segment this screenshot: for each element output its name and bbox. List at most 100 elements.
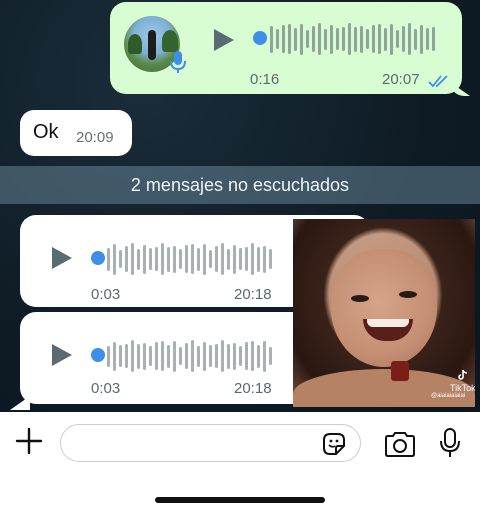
- waveform-bar: [149, 248, 152, 270]
- waveform-bar: [257, 246, 260, 272]
- waveform-bar: [221, 243, 224, 275]
- waveform-bar: [185, 343, 188, 369]
- waveform-bar: [402, 26, 405, 52]
- message-input[interactable]: [60, 424, 361, 462]
- waveform-bar: [239, 346, 242, 366]
- waveform-bar: [203, 341, 206, 371]
- waveform-bar: [282, 25, 285, 53]
- microphone-icon[interactable]: [438, 427, 462, 459]
- waveform-bar: [366, 29, 369, 49]
- waveform-bar: [215, 344, 218, 368]
- waveform-bar: [137, 343, 140, 369]
- waveform-bar: [233, 244, 236, 274]
- play-icon[interactable]: [50, 245, 74, 271]
- waveform-bar: [119, 250, 122, 268]
- message-input-field[interactable]: [75, 433, 315, 455]
- voice-duration: 0:16: [250, 71, 280, 88]
- waveform-bar: [167, 246, 170, 272]
- waveform-bar: [227, 248, 230, 270]
- waveform[interactable]: [107, 339, 272, 373]
- tiktok-logo-icon: [458, 369, 467, 380]
- waveform-bar: [215, 246, 218, 272]
- waveform-bar: [318, 23, 321, 55]
- photo-teeth: [367, 319, 409, 327]
- waveform-bar: [125, 246, 128, 272]
- waveform-bar: [245, 247, 248, 271]
- plus-icon[interactable]: [14, 426, 44, 456]
- message-time: 20:18: [234, 380, 272, 397]
- playback-position-dot[interactable]: [253, 31, 267, 45]
- waveform-bar: [227, 343, 230, 369]
- waveform-bar: [300, 23, 303, 55]
- waveform-bar: [107, 345, 110, 367]
- playback-position-dot[interactable]: [91, 348, 105, 362]
- waveform-bar: [372, 25, 375, 53]
- waveform-bar: [324, 28, 327, 50]
- waveform-bar: [119, 345, 122, 367]
- unread-banner-text: 2 mensajes no escuchados: [130, 174, 350, 195]
- waveform-bar: [143, 342, 146, 370]
- waveform-bar: [209, 345, 212, 367]
- waveform-bar: [251, 243, 254, 275]
- waveform-bar: [173, 340, 176, 372]
- waveform-bar: [330, 24, 333, 54]
- waveform-bar: [306, 30, 309, 48]
- waveform-bar: [414, 28, 417, 50]
- photo-pendant: [391, 361, 409, 381]
- waveform-bar: [131, 340, 134, 372]
- waveform-bar: [179, 347, 182, 365]
- waveform-bar: [396, 30, 399, 48]
- message-time: 20:18: [234, 286, 272, 303]
- waveform-bar: [179, 249, 182, 269]
- waveform-bar: [270, 25, 273, 53]
- playback-position-dot[interactable]: [91, 251, 105, 265]
- waveform-bar: [125, 344, 128, 368]
- waveform-bar: [167, 344, 170, 368]
- photo-eye: [351, 295, 369, 302]
- home-indicator: [155, 497, 325, 503]
- waveform-bar: [155, 247, 158, 271]
- waveform-bar: [276, 29, 279, 49]
- waveform-bar: [233, 342, 236, 370]
- message-time: 20:07: [382, 71, 420, 88]
- outgoing-voice-message[interactable]: 0:16 20:07: [110, 2, 462, 94]
- waveform-bar: [251, 341, 254, 371]
- waveform-bar: [113, 341, 116, 371]
- waveform-bar: [360, 25, 363, 53]
- waveform-bar: [155, 342, 158, 370]
- waveform-bar: [209, 250, 212, 268]
- waveform-bar: [161, 243, 164, 275]
- waveform-bar: [191, 340, 194, 372]
- tiktok-username: @aiaiaiaiaiai: [431, 393, 466, 399]
- sticker-icon[interactable]: [320, 430, 348, 458]
- waveform[interactable]: [107, 242, 272, 276]
- waveform-bar: [257, 344, 260, 368]
- play-icon[interactable]: [212, 27, 236, 53]
- waveform-bar: [294, 27, 297, 51]
- waveform-bar: [173, 245, 176, 273]
- waveform-bar: [191, 244, 194, 274]
- waveform-bar: [263, 340, 266, 372]
- waveform-bar: [113, 243, 116, 275]
- play-icon[interactable]: [50, 342, 74, 368]
- waveform-bar: [269, 249, 272, 269]
- overlay-video-thumbnail[interactable]: TikTok @aiaiaiaiaiai: [293, 219, 475, 407]
- waveform-bar: [288, 24, 291, 54]
- waveform-bar: [131, 243, 134, 275]
- waveform-bar: [197, 345, 200, 367]
- waveform-bar: [420, 24, 423, 54]
- avatar-person: [148, 30, 156, 60]
- waveform-bar: [239, 248, 242, 270]
- camera-icon[interactable]: [384, 430, 416, 458]
- waveform-bar: [426, 28, 429, 50]
- voice-duration: 0:03: [91, 286, 121, 303]
- waveform-bar: [408, 23, 411, 55]
- waveform-bar: [203, 243, 206, 275]
- waveform[interactable]: [270, 22, 435, 56]
- photo-eye: [399, 291, 417, 298]
- waveform-bar: [221, 340, 224, 372]
- waveform-bar: [245, 342, 248, 370]
- waveform-bar: [107, 247, 110, 271]
- tiktok-watermark: TikTok: [450, 369, 475, 393]
- incoming-text-message[interactable]: Ok 20:09: [20, 110, 132, 156]
